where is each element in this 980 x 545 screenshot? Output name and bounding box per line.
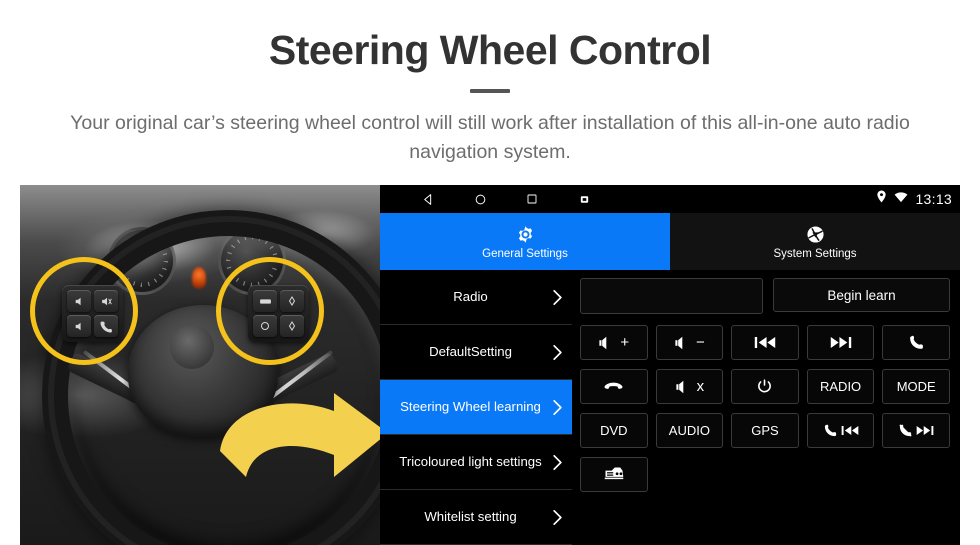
function-button-grid: + − x RADIO MODE DVD AUDIO GPS [580, 325, 950, 492]
settings-body: Radio DefaultSetting Steering Wheel lear… [380, 270, 960, 545]
mode-button[interactable]: MODE [882, 369, 950, 404]
volume-down-button[interactable]: − [655, 325, 724, 360]
home-icon[interactable] [472, 191, 488, 207]
wifi-icon [894, 190, 908, 208]
next-track-button[interactable] [806, 325, 875, 360]
navigation-bar [380, 191, 592, 207]
page-root: Steering Wheel Control Your original car… [0, 0, 980, 545]
status-clock: 13:13 [915, 191, 952, 207]
tab-system-settings[interactable]: System Settings [670, 213, 960, 270]
grid-empty-slot [807, 457, 875, 492]
sidebar-item-label: Radio [453, 289, 488, 304]
page-subtitle: Your original car’s steering wheel contr… [70, 112, 910, 164]
media-strip: 13:13 General Settings System Settings R… [20, 185, 960, 545]
steering-wheel-learning-panel: Begin learn + − x RADIO MODE DVD AUDIO G… [572, 270, 960, 545]
chevron-right-icon [551, 509, 563, 525]
power-button[interactable] [731, 369, 799, 404]
highlight-circle-right [216, 257, 324, 365]
chevron-right-icon [551, 399, 563, 415]
sidebar-item-radio[interactable]: Radio [380, 270, 572, 325]
learn-controls-row: Begin learn [580, 278, 950, 314]
sidebar-item-label: DefaultSetting [429, 344, 512, 359]
page-title: Steering Wheel Control [268, 27, 712, 73]
recents-icon[interactable] [524, 191, 540, 207]
phone-call-button[interactable] [882, 325, 950, 360]
screenshot-icon[interactable] [576, 191, 592, 207]
sidebar-item-defaultsetting[interactable]: DefaultSetting [380, 325, 572, 380]
hangup-next-button[interactable] [882, 413, 950, 448]
chevron-right-icon [551, 454, 563, 470]
radio-button[interactable]: RADIO [806, 369, 875, 404]
system-logo-icon [805, 224, 826, 246]
volume-up-button[interactable]: + [580, 325, 648, 360]
sidebar-item-label: Tricoloured light settings [399, 454, 542, 469]
mute-button[interactable]: x [655, 369, 724, 404]
location-pin-icon [876, 190, 887, 208]
sidebar-item-label: Steering Wheel learning [400, 399, 541, 414]
head-unit-screen: 13:13 General Settings System Settings R… [380, 185, 960, 545]
android-status-bar: 13:13 [380, 185, 960, 213]
grid-empty-slot [882, 457, 950, 492]
sidebar-item-steering-wheel-learning[interactable]: Steering Wheel learning [380, 380, 572, 435]
learn-input-field[interactable] [580, 278, 763, 314]
dvd-button[interactable]: DVD [580, 413, 648, 448]
back-icon[interactable] [420, 191, 436, 207]
title-divider [470, 89, 510, 94]
gear-icon [515, 224, 536, 246]
tab-general-settings[interactable]: General Settings [380, 213, 670, 270]
gps-button[interactable]: GPS [731, 413, 799, 448]
previous-track-button[interactable] [731, 325, 799, 360]
tab-system-settings-label: System Settings [773, 247, 857, 260]
chevron-right-icon [551, 344, 563, 360]
phone-previous-button[interactable] [806, 413, 875, 448]
hang-up-button[interactable] [580, 369, 648, 404]
sidebar-item-whitelist-setting[interactable]: Whitelist setting [380, 490, 572, 545]
grid-empty-slot [656, 457, 724, 492]
settings-tabs: General Settings System Settings [380, 213, 960, 270]
chevron-right-icon [551, 289, 563, 305]
tab-general-settings-label: General Settings [482, 247, 568, 260]
car-settings-button[interactable] [580, 457, 648, 492]
page-header: Steering Wheel Control Your original car… [0, 0, 980, 185]
grid-empty-slot [731, 457, 799, 492]
airbag-center [170, 325, 214, 369]
sidebar-item-tricoloured-light-settings[interactable]: Tricoloured light settings [380, 435, 572, 490]
settings-sidebar: Radio DefaultSetting Steering Wheel lear… [380, 270, 572, 545]
x-glyph: x [696, 378, 705, 395]
status-indicators: 13:13 [876, 185, 952, 213]
sidebar-item-label: Whitelist setting [424, 509, 517, 524]
plus-glyph: + [620, 334, 630, 351]
begin-learn-button[interactable]: Begin learn [773, 278, 950, 312]
minus-glyph: − [696, 334, 705, 351]
steering-wheel-photo [20, 185, 380, 545]
audio-button[interactable]: AUDIO [655, 413, 724, 448]
highlight-circle-left [30, 257, 138, 365]
